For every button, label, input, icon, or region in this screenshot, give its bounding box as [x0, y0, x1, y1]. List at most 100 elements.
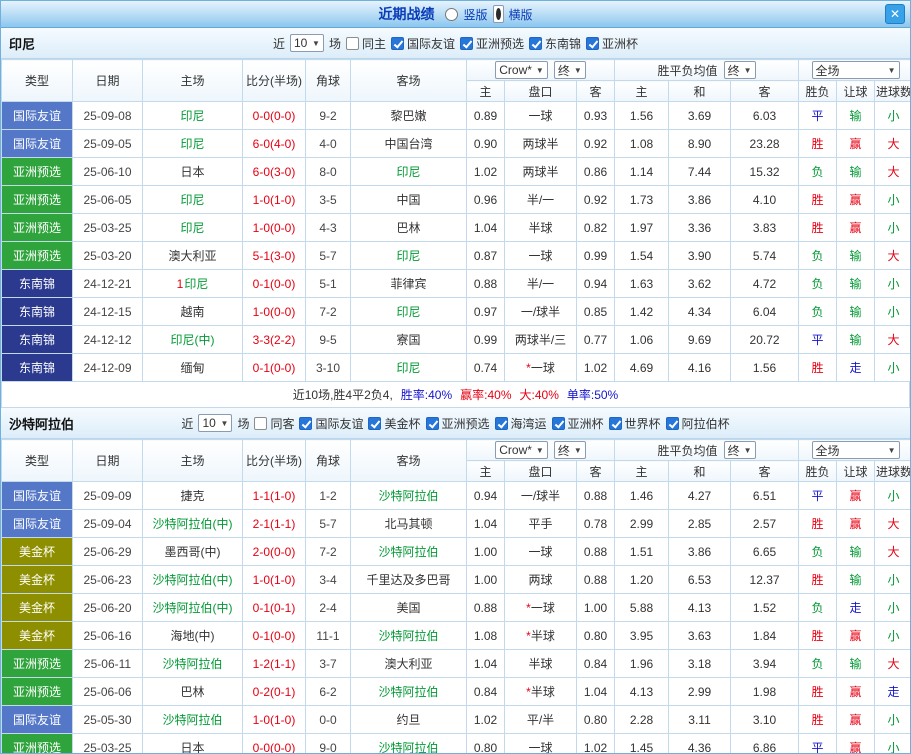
col-corner: 角球 — [305, 439, 351, 482]
ah-handicap: 平/半 — [504, 705, 577, 734]
result-outcome: 负 — [798, 241, 838, 270]
venue-filter[interactable]: 同客 — [254, 415, 294, 432]
ah-handicap: 两球半 — [504, 129, 577, 158]
result-goals: 小 — [874, 213, 910, 242]
score: 0-1(0-1) — [242, 593, 306, 622]
wdl-final-select[interactable]: 终 ▼ — [723, 61, 756, 79]
competition-filter[interactable]: 东南锦 — [529, 35, 581, 52]
result-outcome: 胜 — [798, 509, 838, 538]
odds-company-select[interactable]: Crow* ▼ — [495, 61, 548, 79]
radio-horizontal-layout[interactable] — [492, 5, 504, 23]
match-date: 25-09-08 — [72, 101, 143, 130]
checkbox-icon[interactable] — [368, 416, 382, 430]
competition-type: 国际友谊 — [1, 509, 73, 538]
checkbox-icon[interactable] — [299, 416, 313, 430]
competition-filter[interactable]: 国际友谊 — [299, 415, 363, 432]
competition-filter[interactable]: 国际友谊 — [390, 35, 455, 52]
home-team-name: 印尼(中) — [170, 333, 215, 347]
venue-filter[interactable]: 同主 — [345, 35, 386, 52]
score: 0-1(0-0) — [242, 621, 306, 650]
odds-company-select[interactable]: Crow* ▼ — [495, 441, 548, 459]
home-team-name: 印尼 — [180, 221, 205, 235]
checkbox-icon[interactable] — [665, 416, 679, 430]
ah-home-odds: 1.00 — [466, 537, 505, 566]
odds-header: Crow* ▼ 终 ▼ — [465, 439, 616, 461]
radio-horizontal-label[interactable]: 横版 — [509, 6, 533, 23]
avg-away-odds: 6.65 — [730, 537, 800, 566]
avg-home-odds: 4.69 — [614, 353, 670, 382]
ah-handicap: 两球半 — [504, 157, 577, 186]
result-goals: 小 — [874, 481, 910, 510]
chevron-down-icon: ▼ — [535, 445, 544, 455]
team-section: 印尼 近 10 ▼ 场同主 国际友谊 亚洲预选 东南锦 亚洲杯 类型 日期 主场 比分(半场)… — [1, 28, 910, 408]
table-body: 国际友谊 25-09-08 印尼 0-0(0-0) 9-2 黎巴嫩 0.89 一… — [1, 101, 910, 382]
home-team: 海地(中) — [142, 621, 243, 650]
away-team-name: 印尼 — [396, 165, 421, 179]
competition-filter-label: 东南锦 — [545, 36, 582, 51]
avg-draw-odds: 7.44 — [668, 157, 732, 186]
ah-home-odds: 0.88 — [466, 269, 505, 298]
ah-away-odds: 1.04 — [575, 677, 616, 706]
away-team: 印尼 — [350, 353, 467, 382]
checkbox-icon[interactable] — [390, 36, 404, 50]
ah-home-odds: 1.00 — [466, 565, 505, 594]
match-scope-select[interactable]: 全场 ▼ — [811, 61, 900, 79]
checkbox-icon[interactable] — [425, 416, 439, 430]
away-team: 菲律宾 — [350, 269, 467, 298]
radio-vertical-label[interactable]: 竖版 — [463, 6, 487, 23]
match-scope-select[interactable]: 全场 ▼ — [811, 441, 900, 459]
ah-final-select[interactable]: 终 ▼ — [553, 61, 586, 79]
avg-home-odds: 1.14 — [614, 157, 670, 186]
home-team: 印尼 — [142, 213, 243, 242]
table-row: 国际友谊 25-09-08 印尼 0-0(0-0) 9-2 黎巴嫩 0.89 一… — [1, 101, 910, 130]
ah-away-odds: 0.88 — [575, 537, 616, 566]
checkbox-icon[interactable] — [586, 36, 600, 50]
competition-filter[interactable]: 海湾运 — [494, 415, 547, 432]
home-team: 缅甸 — [142, 353, 243, 382]
result-goals: 小 — [874, 353, 910, 382]
result-handicap: 赢 — [836, 621, 876, 650]
away-team-name: 澳大利亚 — [384, 657, 433, 671]
competition-filter[interactable]: 阿拉伯杯 — [665, 415, 730, 432]
checkbox-icon[interactable] — [494, 416, 508, 430]
competition-filter[interactable]: 亚洲杯 — [586, 35, 638, 52]
ah-final-select[interactable]: 终 ▼ — [553, 441, 586, 459]
competition-filter[interactable]: 世界杯 — [608, 415, 661, 432]
result-outcome: 平 — [798, 733, 838, 753]
recent-count-select[interactable]: 10 ▼ — [289, 34, 324, 52]
team-name: 印尼 — [9, 36, 36, 52]
checkbox-icon[interactable] — [460, 36, 473, 50]
ah-handicap: *一球 — [504, 353, 577, 382]
result-goals: 大 — [874, 157, 910, 186]
asterisk-marker: * — [526, 361, 531, 375]
competition-filter[interactable]: 亚洲预选 — [460, 35, 524, 52]
summary-part: 近10场,胜4平2负4, — [292, 388, 393, 402]
score: 2-1(1-1) — [242, 509, 306, 538]
ah-away-odds: 0.78 — [575, 509, 616, 538]
avg-home-odds: 1.73 — [614, 185, 670, 214]
ah-home-odds: 0.94 — [466, 481, 505, 510]
radio-vertical-layout[interactable] — [445, 7, 459, 21]
corners: 7-2 — [305, 297, 351, 326]
competition-filter[interactable]: 美金杯 — [368, 415, 421, 432]
wdl-final-select[interactable]: 终 ▼ — [723, 441, 756, 459]
col-result-outcome: 胜负 — [798, 80, 838, 102]
checkbox-icon[interactable] — [254, 416, 268, 430]
avg-home-odds: 1.06 — [614, 325, 670, 354]
close-icon[interactable]: ✕ — [885, 4, 905, 24]
recent-count-select[interactable]: 10 ▼ — [198, 414, 233, 432]
col-ah-away: 客 — [575, 80, 616, 102]
competition-filter[interactable]: 亚洲杯 — [551, 415, 604, 432]
ah-home-odds: 0.84 — [466, 677, 505, 706]
summary-part: 赢率:40% — [460, 388, 512, 402]
ah-away-odds: 0.80 — [575, 705, 616, 734]
corners: 7-2 — [305, 537, 351, 566]
avg-draw-odds: 2.99 — [668, 677, 732, 706]
home-team: 印尼 — [142, 101, 243, 130]
checkbox-icon[interactable] — [551, 416, 565, 430]
checkbox-icon[interactable] — [345, 36, 359, 50]
checkbox-icon[interactable] — [608, 416, 622, 430]
corners: 9-0 — [305, 733, 351, 753]
checkbox-icon[interactable] — [529, 36, 543, 50]
competition-filter[interactable]: 亚洲预选 — [425, 415, 490, 432]
